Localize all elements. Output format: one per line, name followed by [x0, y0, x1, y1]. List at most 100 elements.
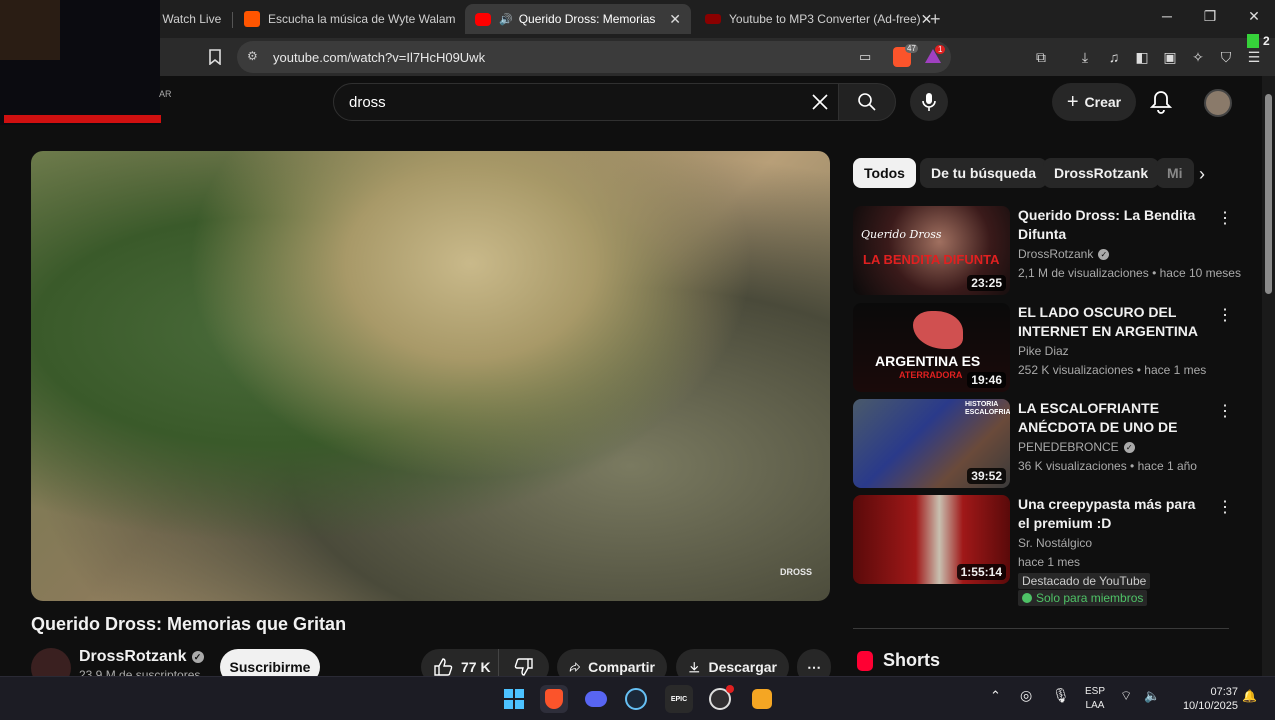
bookmark-icon[interactable] [206, 48, 224, 66]
vpn-icon[interactable]: ⛉ [1217, 48, 1235, 66]
leo-ai-icon[interactable]: ✧ [1189, 48, 1207, 66]
thumb-text: LA BENDITA DIFUNTA [863, 252, 1000, 267]
recommendation-title: LA ESCALOFRIANTE ANÉCDOTA DE UNO DE LOS … [1018, 400, 1178, 435]
recommendation-channel: Pike Diaz [1018, 344, 1069, 358]
kick-icon [1247, 34, 1259, 48]
argentina-map-shape [913, 311, 963, 349]
members-only-badge: Solo para miembros [1018, 590, 1148, 606]
recommendation-title: Una creepypasta más para el premium :D [1018, 496, 1196, 531]
channel-text: PENEDEBRONCE [1018, 440, 1119, 454]
youtube-header: dross + Crear [0, 76, 1262, 128]
minimize-button[interactable]: ─ [1147, 8, 1187, 24]
tab-soundcloud[interactable]: Escucha la música de Wyte Walam | D [244, 4, 456, 34]
download-label: Descargar [708, 659, 778, 675]
sidebar-icon[interactable]: ◧ [1133, 48, 1151, 66]
kebab-menu-icon[interactable]: ⋮ [1217, 208, 1233, 228]
thumbs-down-icon [514, 658, 533, 676]
close-tab-icon[interactable]: ✕ [669, 11, 681, 28]
search-button[interactable] [838, 83, 896, 121]
browser-toolbar: ⚙ youtube.com/watch?v=Il7HcH09Uwk ▭ 47 1… [0, 34, 1275, 76]
fl-studio-icon[interactable] [748, 685, 776, 713]
recommendation-title: EL LADO OSCURO DEL INTERNET EN ARGENTINA [1018, 304, 1198, 339]
chevron-right-icon[interactable]: › [1199, 164, 1205, 185]
video-thumbnail[interactable]: Querido Dross LA BENDITA DIFUNTA 23:25 [853, 206, 1010, 295]
chevron-up-icon[interactable]: ⌃ [990, 689, 1001, 703]
address-bar[interactable]: ⚙ youtube.com/watch?v=Il7HcH09Uwk ▭ 47 1 [237, 41, 951, 73]
chip-de-tu-busqueda[interactable]: De tu búsqueda [920, 158, 1048, 188]
tab-label: Escucha la música de Wyte Walam | D [268, 12, 456, 26]
wallet-icon[interactable]: ▣ [1161, 48, 1179, 66]
members-icon [1022, 593, 1032, 603]
chip-mi[interactable]: Mi [1156, 158, 1194, 188]
scrollbar-thumb[interactable] [1265, 94, 1272, 294]
video-thumbnail[interactable]: 1:55:14 [853, 495, 1010, 584]
bell-icon [1149, 91, 1173, 114]
channel-text: Sr. Nostálgico [1018, 536, 1093, 550]
menu-icon[interactable]: ☰ [1245, 48, 1263, 66]
video-thumbnail[interactable]: HISTORIA ESCALOFRIANTE 39:52 [853, 399, 1010, 488]
video-player[interactable]: DROSS [31, 151, 830, 601]
brave-browser-icon[interactable] [540, 685, 568, 713]
page-scrollbar[interactable] [1262, 76, 1275, 676]
cast-icon[interactable]: ▭ [859, 49, 871, 65]
recommendation-item[interactable]: Querido Dross LA BENDITA DIFUNTA 23:25 Q… [853, 206, 1241, 296]
video-title: Querido Dross: Memorias que Gritan [31, 614, 347, 634]
mic-icon[interactable]: 🎙 [1052, 688, 1070, 702]
tab-watch-live[interactable]: - Watch Live [155, 4, 233, 34]
clear-search-icon[interactable] [810, 92, 830, 117]
featured-badge: Destacado de YouTube [1018, 573, 1151, 589]
recommendation-meta: 36 K visualizaciones • hace 1 año [1018, 459, 1197, 473]
recommendation-item[interactable]: HISTORIA ESCALOFRIANTE 39:52 LA ESCALOFR… [853, 399, 1233, 489]
language-indicator[interactable]: ESP LAA [1082, 685, 1108, 713]
search-query: dross [349, 94, 386, 111]
recommendation-meta: 252 K visualizaciones • hace 1 mes [1018, 363, 1207, 377]
tab-querido-dross[interactable]: 🔊 Querido Dross: Memorias que ✕ [465, 4, 691, 34]
steam-icon[interactable] [622, 685, 650, 713]
browser-tab-strip: - Watch Live Escucha la música de Wyte W… [0, 0, 1275, 38]
epic-games-icon[interactable]: EPIC [665, 685, 693, 713]
alert-badge: 1 [935, 45, 946, 54]
recommendation-channel: Sr. Nostálgico [1018, 536, 1092, 550]
system-tray-icon[interactable]: ◎ [1020, 688, 1032, 702]
voice-search-button[interactable] [910, 83, 948, 121]
maximize-button[interactable]: ❐ [1190, 8, 1230, 25]
recommendation-item[interactable]: ARGENTINA ES ATERRADORA 19:46 EL LADO OS… [853, 303, 1233, 393]
create-button[interactable]: + Crear [1052, 83, 1136, 121]
create-label: Crear [1084, 94, 1122, 110]
account-avatar[interactable] [1204, 89, 1232, 117]
video-thumbnail[interactable]: ARGENTINA ES ATERRADORA 19:46 [853, 303, 1010, 392]
video-duration: 39:52 [967, 468, 1006, 484]
chip-drossrotzank[interactable]: DrossRotzank [1043, 158, 1160, 188]
discord-icon[interactable] [582, 685, 610, 713]
thumb-subtext: ATERRADORA [899, 370, 963, 380]
wifi-icon[interactable]: ⌔ [1120, 689, 1132, 703]
section-divider [853, 628, 1229, 629]
download-icon[interactable]: ⤓ [1076, 48, 1094, 66]
notification-bell-icon[interactable]: 🔔 [1242, 689, 1257, 703]
search-input[interactable]: dross [333, 83, 839, 121]
video-duration: 1:55:14 [956, 564, 1006, 580]
recommendation-item[interactable]: 1:55:14 Una creepypasta más para el prem… [853, 495, 1233, 607]
screenshot-icon[interactable]: ⧉ [1032, 48, 1050, 66]
channel-text: DrossRotzank [1018, 247, 1094, 261]
volume-icon[interactable]: 🔈 [1144, 689, 1160, 703]
close-window-button[interactable]: ✕ [1234, 8, 1274, 25]
channel-name[interactable]: DrossRotzank ✓ [79, 648, 204, 666]
thumbs-up-icon [434, 658, 453, 676]
webcam-label: AR [159, 89, 172, 99]
notifications-button[interactable] [1149, 90, 1176, 116]
tab-yt-mp3[interactable]: Youtube to MP3 Converter (Ad-free) ✕ [705, 4, 937, 34]
clock[interactable]: 07:37 10/10/2025 [1172, 685, 1238, 713]
speaker-icon: 🔊 [499, 13, 513, 26]
windows-start-icon[interactable] [500, 685, 528, 713]
like-count: 77 K [461, 659, 491, 675]
obs-icon[interactable] [706, 685, 734, 713]
new-tab-button[interactable]: + [930, 4, 950, 34]
kebab-menu-icon[interactable]: ⋮ [1217, 305, 1233, 325]
music-icon[interactable]: ♫ [1105, 48, 1123, 66]
channel-text: Pike Diaz [1018, 344, 1069, 358]
kebab-menu-icon[interactable]: ⋮ [1217, 497, 1233, 517]
chip-todos[interactable]: Todos [853, 158, 916, 188]
kebab-menu-icon[interactable]: ⋮ [1217, 401, 1233, 421]
site-settings-icon[interactable]: ⚙ [247, 49, 258, 63]
